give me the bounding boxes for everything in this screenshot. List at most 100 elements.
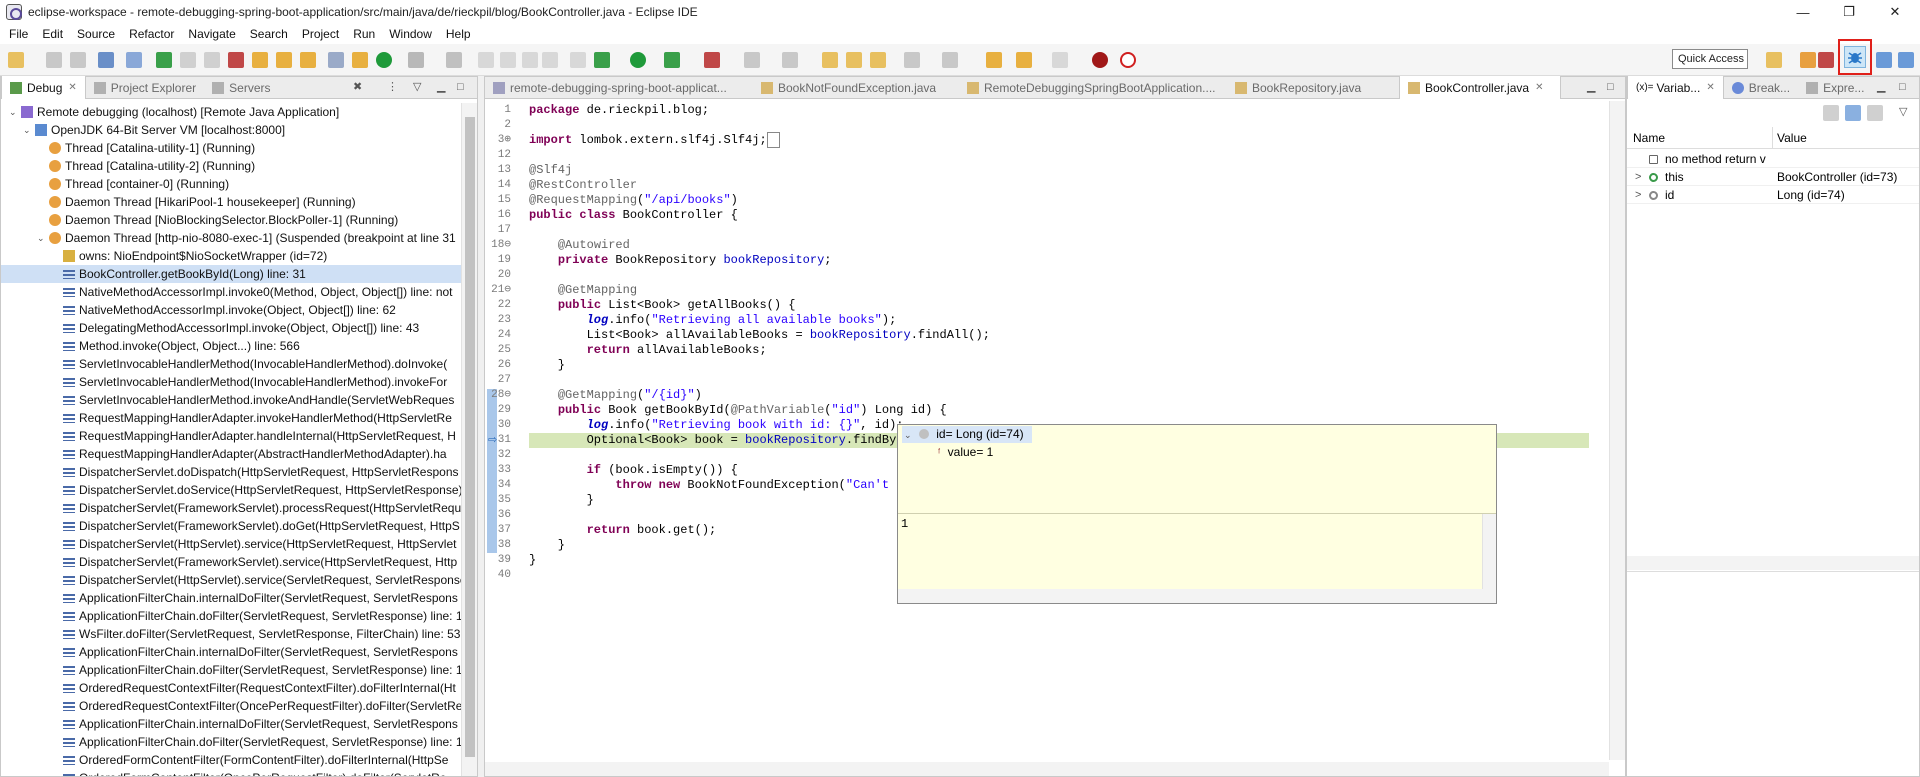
close-icon[interactable]: ✕	[1706, 82, 1714, 93]
view-menu-icon[interactable]: ⋮	[387, 82, 398, 93]
java-perspective-icon[interactable]	[1818, 52, 1834, 68]
code-line[interactable]: 27	[485, 373, 1589, 388]
external-run-icon[interactable]	[704, 52, 720, 68]
last-edit-icon[interactable]	[986, 52, 1002, 68]
chevron-down-icon[interactable]: ⌄	[904, 430, 912, 440]
coverage-icon[interactable]	[664, 52, 680, 68]
stack-frame-row[interactable]: DispatcherServlet(FrameworkServlet).serv…	[1, 553, 461, 571]
column-name[interactable]: Name	[1633, 131, 1665, 145]
step-return-icon[interactable]	[300, 52, 316, 68]
stack-frame-row[interactable]: WsFilter.doFilter(ServletRequest, Servle…	[1, 625, 461, 643]
stack-frame-row[interactable]: NativeMethodAccessorImpl.invoke0(Method,…	[1, 283, 461, 301]
close-button[interactable]: ✕	[1872, 0, 1918, 24]
tab-remotedebuggingapp[interactable]: RemoteDebuggingSpringBootApplication....	[959, 77, 1227, 99]
disconnect-debug-icon[interactable]	[228, 52, 244, 68]
toggle-2-icon[interactable]	[500, 52, 516, 68]
code-line[interactable]: 14 @RestController	[485, 178, 1589, 193]
code-line[interactable]: 3⊕ import lombok.extern.slf4j.Slf4j;	[485, 132, 1589, 148]
code-line[interactable]: 25 return allAvailableBooks;	[485, 343, 1589, 358]
stack-frame-row[interactable]: OrderedFormContentFilter(OncePerRequestF…	[1, 769, 461, 776]
menu-window[interactable]: Window	[382, 27, 439, 41]
hover-hscrollbar[interactable]	[898, 589, 1496, 603]
menu-edit[interactable]: Edit	[35, 27, 70, 41]
skip-breakpoints-icon[interactable]	[98, 52, 114, 68]
code-line[interactable]: 15 @RequestMapping("/api/books")	[485, 193, 1589, 208]
debug-status-icon[interactable]	[376, 52, 392, 68]
next-annotation-icon[interactable]	[942, 52, 958, 68]
code-line[interactable]: 18⊖ @Autowired	[485, 238, 1589, 253]
run-icon[interactable]	[630, 52, 646, 68]
stack-frame-row[interactable]: ApplicationFilterChain.doFilter(ServletR…	[1, 607, 461, 625]
hover-variable-row[interactable]: ⌄ id= Long (id=74)	[902, 426, 1032, 443]
tab-debug[interactable]: Debug ✕	[1, 76, 86, 99]
code-line[interactable]: 19 private BookRepository bookRepository…	[485, 253, 1589, 268]
close-icon[interactable]: ✕	[1535, 82, 1543, 93]
tree-row[interactable]: ⌄ Remote debugging (localhost) [Remote Ja…	[1, 103, 461, 121]
maximize-view-icon[interactable]: □	[457, 82, 467, 93]
tool-icon[interactable]	[446, 52, 462, 68]
tree-row[interactable]: owns: NioEndpoint$NioSocketWrapper (id=7…	[1, 247, 461, 265]
debug-run-icon[interactable]	[594, 52, 610, 68]
code-line[interactable]: 1 package de.rieckpil.blog;	[485, 103, 1589, 118]
minimize-view-icon[interactable]: ▁	[1877, 82, 1887, 93]
code-line[interactable]: 16 public class BookController {	[485, 208, 1589, 223]
chevron-right-icon[interactable]: >	[1635, 168, 1641, 186]
menu-help[interactable]: Help	[439, 27, 478, 41]
tree-row[interactable]: Thread [container-0] (Running)	[1, 175, 461, 193]
step-over-icon[interactable]	[276, 52, 292, 68]
tab-project-explorer[interactable]: Project Explorer	[86, 77, 204, 99]
code-line[interactable]: 21⊖ @GetMapping	[485, 283, 1589, 298]
hover-field-row[interactable]: ᶠ value= 1	[938, 444, 993, 462]
tab-breakpoints[interactable]: Break...	[1724, 77, 1798, 99]
stack-frame-row[interactable]: DispatcherServlet(FrameworkServlet).doGe…	[1, 517, 461, 535]
minimize-view-icon[interactable]: ▁	[437, 82, 447, 93]
tree-row[interactable]: ⌄ Daemon Thread [http-nio-8080-exec-1] (S…	[1, 229, 461, 247]
tab-bookrepository[interactable]: BookRepository.java	[1227, 77, 1399, 99]
stack-frame-row[interactable]: ApplicationFilterChain.internalDoFilter(…	[1, 715, 461, 733]
stack-frame-row[interactable]: BookController.getBookById(Long) line: 3…	[1, 265, 461, 283]
stack-frame-row[interactable]: OrderedRequestContextFilter(RequestConte…	[1, 679, 461, 697]
code-line[interactable]: 28⊖ @GetMapping("/{id}")	[485, 388, 1589, 403]
close-icon[interactable]: ✕	[68, 82, 76, 93]
stack-frame-row[interactable]: DispatcherServlet(HttpServlet).service(S…	[1, 571, 461, 589]
stack-frame-row[interactable]: Method.invoke(Object, Object...) line: 5…	[1, 337, 461, 355]
variables-hscrollbar[interactable]	[1627, 556, 1919, 570]
remove-terminated-icon[interactable]: ✖	[353, 82, 363, 93]
menu-file[interactable]: File	[2, 27, 35, 41]
step-into-icon[interactable]	[252, 52, 268, 68]
editor-hscrollbar[interactable]	[485, 762, 1609, 776]
refresh-icon[interactable]	[1120, 52, 1136, 68]
build-icon[interactable]	[782, 52, 798, 68]
chevron-down-icon[interactable]: ▽	[413, 82, 423, 93]
stack-frame-row[interactable]: ApplicationFilterChain.internalDoFilter(…	[1, 589, 461, 607]
back-icon[interactable]	[1016, 52, 1032, 68]
stop-icon[interactable]	[744, 52, 760, 68]
menu-navigate[interactable]: Navigate	[181, 27, 242, 41]
menu-project[interactable]: Project	[295, 27, 346, 41]
stack-frame-row[interactable]: ApplicationFilterChain.doFilter(ServletR…	[1, 661, 461, 679]
chevron-down-icon[interactable]: ▽	[1899, 107, 1909, 118]
open-type-icon[interactable]	[822, 52, 838, 68]
code-line[interactable]: 2	[485, 118, 1589, 133]
minimize-button[interactable]: —	[1780, 0, 1826, 24]
stack-frame-row[interactable]: RequestMappingHandlerAdapter.invokeHandl…	[1, 409, 461, 427]
collapse-all-icon[interactable]	[1823, 105, 1839, 121]
drop-to-frame-icon[interactable]	[328, 52, 344, 68]
stack-frame-row[interactable]: DispatcherServlet(FrameworkServlet).proc…	[1, 499, 461, 517]
code-line[interactable]: 20	[485, 268, 1589, 283]
column-divider[interactable]	[1772, 127, 1773, 149]
tab-editor-launch[interactable]: remote-debugging-spring-boot-applicat...	[485, 77, 753, 99]
code-line[interactable]: 12	[485, 148, 1589, 163]
toggle-icon[interactable]	[478, 52, 494, 68]
variable-row[interactable]: > id Long (id=74)	[1627, 186, 1919, 204]
tree-row[interactable]: Thread [Catalina-utility-2] (Running)	[1, 157, 461, 175]
code-line[interactable]: 29 public Book getBookById(@PathVariable…	[485, 403, 1589, 418]
chevron-down-icon[interactable]: ⌄	[9, 103, 19, 121]
menu-search[interactable]: Search	[243, 27, 295, 41]
stack-frame-row[interactable]: DispatcherServlet.doDispatch(HttpServlet…	[1, 463, 461, 481]
toggle-4-icon[interactable]	[542, 52, 558, 68]
save-icon[interactable]	[46, 52, 62, 68]
column-value[interactable]: Value	[1777, 131, 1807, 145]
java-ee-perspective-icon[interactable]	[1800, 52, 1816, 68]
stack-frame-row[interactable]: DelegatingMethodAccessorImpl.invoke(Obje…	[1, 319, 461, 337]
